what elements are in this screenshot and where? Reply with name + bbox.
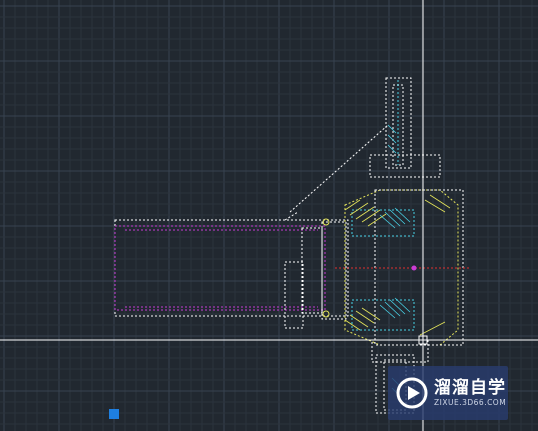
watermark-title: 溜溜自学 bbox=[434, 378, 506, 398]
gear-housing bbox=[344, 189, 459, 346]
mechanical-part-drawing[interactable] bbox=[114, 77, 470, 414]
housing-outline bbox=[114, 219, 349, 317]
watermark-url: ZIXUE.3D66.COM bbox=[434, 398, 507, 407]
grip-handle[interactable] bbox=[109, 409, 119, 419]
diagonal-support-2 bbox=[284, 211, 299, 221]
center-markers bbox=[322, 218, 417, 318]
watermark: 溜溜自学 ZIXUE.3D66.COM bbox=[388, 366, 508, 420]
play-logo-icon bbox=[396, 377, 428, 409]
boss-outline bbox=[284, 261, 304, 329]
drawing-canvas[interactable]: 溜溜自学 ZIXUE.3D66.COM bbox=[0, 0, 538, 431]
top-cap bbox=[369, 154, 441, 178]
upper-gear bbox=[351, 209, 415, 237]
